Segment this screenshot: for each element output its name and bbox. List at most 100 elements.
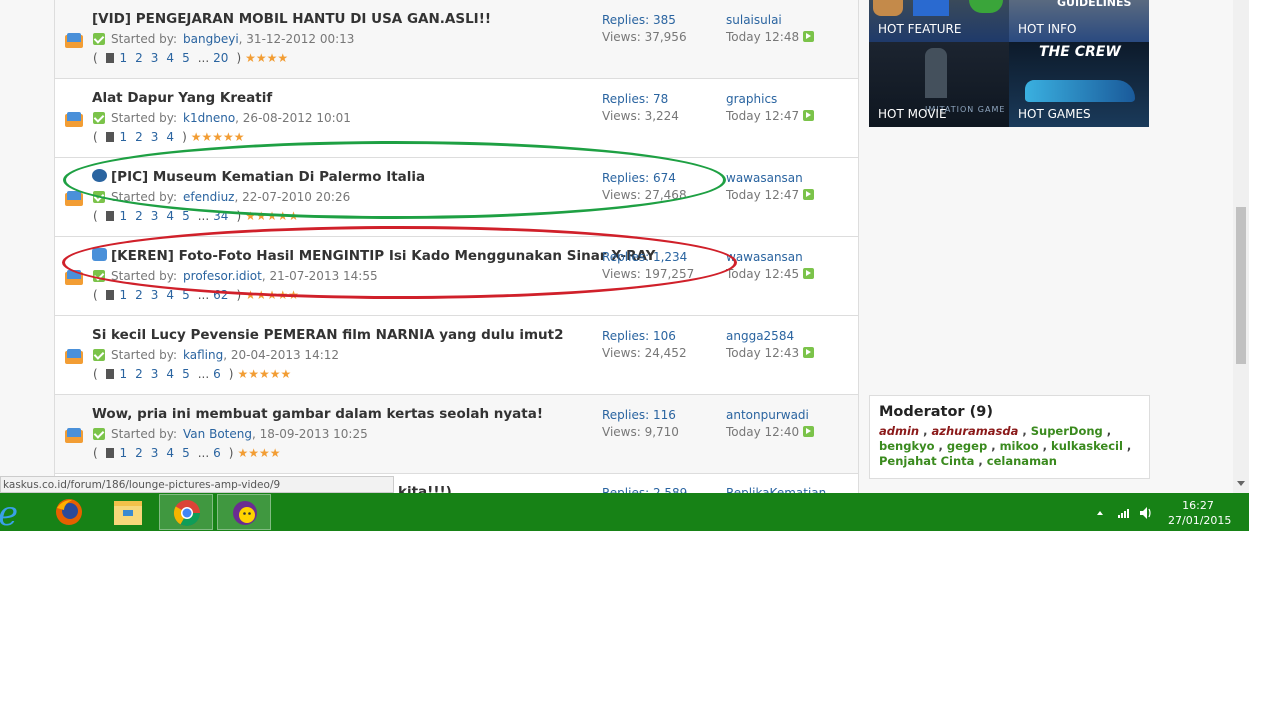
tile-hot-feature[interactable]: HOT FEATURE	[869, 0, 1009, 42]
vertical-scrollbar[interactable]	[1233, 0, 1249, 493]
replies-count[interactable]: Replies: 78	[602, 91, 679, 108]
yahoo-messenger-icon[interactable]	[217, 494, 271, 530]
thread-title[interactable]: Si kecil Lucy Pevensie PEMERAN film NARN…	[92, 327, 564, 343]
page-link[interactable]: 6	[213, 446, 221, 460]
page-link[interactable]: 3	[151, 51, 159, 65]
page-link[interactable]: 5	[182, 288, 190, 302]
thread-row: Alat Dapur Yang Kreatif Started by: k1dne…	[55, 79, 858, 158]
last-post-user[interactable]: wawasansan	[726, 249, 814, 266]
replies-count[interactable]: Replies: 385	[602, 12, 687, 29]
thread-stats: Replies: 674 Views: 27,468	[602, 170, 687, 204]
page-link[interactable]: 2	[135, 51, 143, 65]
page-link[interactable]: 4	[166, 367, 174, 381]
last-post-user[interactable]: ReplikaKematian	[726, 485, 826, 493]
thread-pages: ( 1 2 3 4 5... 20) ★★★★	[93, 51, 289, 65]
moderator-link[interactable]: mikoo	[1000, 439, 1039, 453]
started-by-label: Started by:	[111, 269, 178, 283]
replies-count[interactable]: Replies: 116	[602, 407, 679, 424]
last-post-user[interactable]: angga2584	[726, 328, 814, 345]
replies-count[interactable]: Replies: 1,234	[602, 249, 694, 266]
chrome-icon[interactable]	[159, 494, 213, 530]
file-explorer-icon[interactable]	[101, 494, 155, 530]
thread-author[interactable]: efendiuz	[183, 190, 234, 204]
last-post-user[interactable]: wawasansan	[726, 170, 814, 187]
page-link[interactable]: 4	[166, 51, 174, 65]
page-link[interactable]: 1	[120, 446, 128, 460]
page-link[interactable]: 62	[213, 288, 228, 302]
moderator-link[interactable]: bengkyo	[879, 439, 935, 453]
thread-author[interactable]: bangbeyi	[183, 32, 239, 46]
thread-title[interactable]: [KEREN] Foto-Foto Hasil MENGINTIP Isi Ka…	[92, 248, 655, 264]
thread-author[interactable]: k1dneno	[183, 111, 235, 125]
go-to-last-post-icon[interactable]	[803, 268, 815, 279]
document-icon	[105, 53, 114, 63]
page-link[interactable]: 4	[166, 446, 174, 460]
page-link[interactable]: 2	[135, 209, 143, 223]
thread-author[interactable]: kafling	[183, 348, 223, 362]
page-link[interactable]: 3	[151, 367, 159, 381]
go-to-last-post-icon[interactable]	[803, 426, 815, 437]
page-link[interactable]: 1	[120, 209, 128, 223]
page-link[interactable]: 2	[135, 130, 143, 144]
page-link[interactable]: 2	[135, 367, 143, 381]
thread-title[interactable]: kita!!!)	[398, 484, 452, 493]
page-link[interactable]: 1	[120, 367, 128, 381]
firefox-icon[interactable]	[42, 494, 96, 530]
go-to-last-post-icon[interactable]	[803, 189, 815, 200]
page-link[interactable]: 1	[120, 288, 128, 302]
thread-title-text[interactable]: [KEREN] Foto-Foto Hasil MENGINTIP Isi Ka…	[111, 248, 655, 264]
taskbar-clock[interactable]: 16:27 27/01/2015	[1168, 498, 1231, 528]
scrollbar-thumb[interactable]	[1236, 207, 1246, 364]
last-post-user[interactable]: antonpurwadi	[726, 407, 814, 424]
tile-hot-movie[interactable]: IMITATION GAME HOT MOVIE	[869, 42, 1009, 127]
page-link[interactable]: 1	[120, 51, 128, 65]
page-link[interactable]: 3	[151, 446, 159, 460]
go-to-last-post-icon[interactable]	[803, 110, 815, 121]
page-link[interactable]: 4	[166, 209, 174, 223]
document-icon	[105, 448, 114, 458]
thread-title[interactable]: [PIC] Museum Kematian Di Palermo Italia	[92, 169, 425, 185]
page-link[interactable]: 4	[166, 130, 174, 144]
tile-hot-games[interactable]: THE CREW HOT GAMES	[1009, 42, 1149, 127]
go-to-last-post-icon[interactable]	[803, 31, 815, 42]
moderator-link[interactable]: admin	[879, 424, 919, 438]
moderator-link[interactable]: azhuramasda	[932, 424, 1019, 438]
page-link[interactable]: 34	[213, 209, 228, 223]
moderator-link[interactable]: gegep	[947, 439, 987, 453]
page-link[interactable]: 5	[182, 367, 190, 381]
page-link[interactable]: 5	[182, 446, 190, 460]
tile-hot-info[interactable]: GUIDELINES HOT INFO	[1009, 0, 1149, 42]
moderator-link[interactable]: celanaman	[987, 454, 1057, 468]
moderator-link[interactable]: kulkaskecil	[1051, 439, 1123, 453]
thread-meta: Started by: kafling, 20-04-2013 14:12	[93, 348, 339, 362]
thread-title[interactable]: Alat Dapur Yang Kreatif	[92, 90, 272, 106]
replies-count[interactable]: Replies: 674	[602, 170, 687, 187]
page-link[interactable]: 4	[166, 288, 174, 302]
page-link[interactable]: 20	[213, 51, 228, 65]
page-link[interactable]: 6	[213, 367, 221, 381]
replies-count[interactable]: Replies: 2,589	[602, 485, 687, 493]
page-link[interactable]: 5	[182, 209, 190, 223]
thread-author[interactable]: profesor.idiot	[183, 269, 262, 283]
last-post-user[interactable]: graphics	[726, 91, 814, 108]
go-to-last-post-icon[interactable]	[803, 347, 815, 358]
page-link[interactable]: 2	[135, 446, 143, 460]
moderator-link[interactable]: SuperDong	[1031, 424, 1103, 438]
thread-title[interactable]: Wow, pria ini membuat gambar dalam kerta…	[92, 406, 543, 422]
last-post-user[interactable]: sulaisulai	[726, 12, 814, 29]
moderator-link[interactable]: Penjahat Cinta	[879, 454, 974, 468]
scroll-down-arrow-icon[interactable]	[1237, 481, 1245, 486]
page-link[interactable]: 1	[120, 130, 128, 144]
started-by-label: Started by:	[111, 111, 178, 125]
page-link[interactable]: 3	[151, 209, 159, 223]
thread-stats: Replies: 385 Views: 37,956	[602, 12, 687, 46]
page-link[interactable]: 2	[135, 288, 143, 302]
replies-count[interactable]: Replies: 106	[602, 328, 687, 345]
thread-author[interactable]: Van Boteng	[183, 427, 252, 441]
page-link[interactable]: 3	[151, 288, 159, 302]
page-link[interactable]: 3	[151, 130, 159, 144]
tray-icons[interactable]	[1090, 493, 1160, 531]
thread-title-text[interactable]: [PIC] Museum Kematian Di Palermo Italia	[111, 169, 425, 185]
page-link[interactable]: 5	[182, 51, 190, 65]
thread-title[interactable]: [VID] PENGEJARAN MOBIL HANTU DI USA GAN.…	[92, 11, 491, 27]
